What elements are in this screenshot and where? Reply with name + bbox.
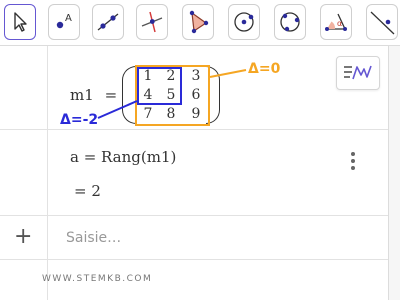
algebra-row-matrix[interactable]: m1 = 1 2 3 4 5 6 7 8 9 Δ=0 Δ=-2 <box>0 46 388 130</box>
angle-tool-letter: α <box>337 19 342 28</box>
add-icon[interactable]: + <box>14 226 32 248</box>
algebra-style-button[interactable] <box>336 56 380 90</box>
annotation-arrows <box>97 69 247 119</box>
toolbar: A α <box>0 0 400 46</box>
circle-center-point-icon <box>234 12 254 32</box>
row-menu-icon[interactable] <box>350 152 356 170</box>
circle-three-points-icon <box>280 12 300 32</box>
algebra-view: m1 = 1 2 3 4 5 6 7 8 9 Δ=0 Δ=-2 a = Rang… <box>0 46 388 300</box>
algebra-input-field[interactable]: Saisie… <box>66 230 121 246</box>
circle-center-tool-button[interactable] <box>228 4 260 40</box>
polygon-tool-button[interactable] <box>182 4 214 40</box>
move-tool-button[interactable] <box>4 4 36 40</box>
determinant-zero-label: Δ=0 <box>248 61 281 77</box>
watermark: WWW.STEMKB.COM <box>42 274 153 284</box>
algebra-description-icon <box>344 65 372 80</box>
point-tool-letter: A <box>65 13 72 24</box>
reflect-tool-button[interactable] <box>366 4 398 40</box>
point-tool-button[interactable]: A <box>48 4 80 40</box>
circle-three-points-tool-button[interactable] <box>274 4 306 40</box>
line-tool-button[interactable] <box>92 4 124 40</box>
perpendicular-tool-button[interactable] <box>136 4 168 40</box>
blue-pointer-line <box>97 100 138 119</box>
algebra-row-rank[interactable]: a = Rang(m1) = 2 <box>0 130 388 216</box>
row-gutter <box>0 130 48 215</box>
angle-icon: α <box>325 13 347 31</box>
determinant-minus-two-label: Δ=-2 <box>60 112 99 128</box>
row-gutter <box>0 260 48 300</box>
reflect-line-icon <box>370 11 395 35</box>
rank-definition: a = Rang(m1) <box>70 148 177 166</box>
move-arrow-icon <box>14 12 27 32</box>
algebra-input-row[interactable]: + Saisie… <box>0 216 388 260</box>
graphics-view-edge <box>388 46 400 300</box>
point-icon: A <box>56 13 72 29</box>
rank-result: = 2 <box>74 182 101 200</box>
perpendicular-line-icon <box>141 11 163 33</box>
line-icon <box>97 13 119 31</box>
polygon-icon <box>189 10 209 34</box>
orange-pointer-line <box>209 69 247 78</box>
angle-tool-button[interactable]: α <box>320 4 352 40</box>
